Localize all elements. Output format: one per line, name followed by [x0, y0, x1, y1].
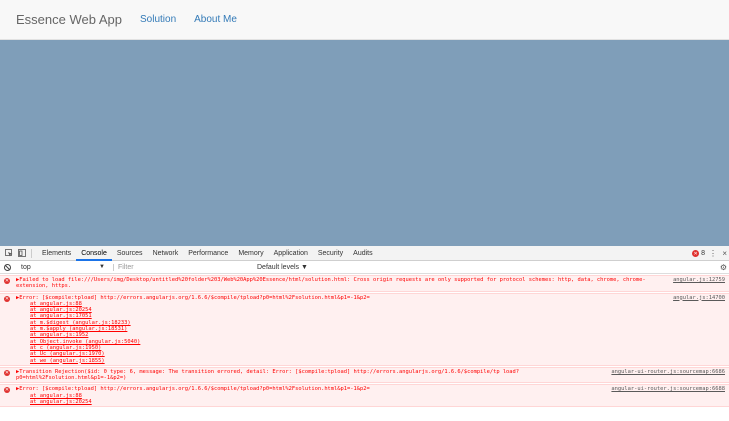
inspect-element-icon[interactable]	[4, 249, 13, 258]
console-error-message[interactable]: ✕ ▶Error: [$compile:tpload] http://error…	[0, 384, 729, 408]
more-options-icon[interactable]: ⋮	[709, 246, 717, 261]
tab-application[interactable]: Application	[269, 246, 313, 261]
tab-network[interactable]: Network	[148, 246, 184, 261]
error-icon: ✕	[692, 250, 700, 257]
tab-memory[interactable]: Memory	[233, 246, 268, 261]
app-view-area	[0, 40, 729, 246]
nav-link-about-me[interactable]: About Me	[194, 14, 237, 25]
tab-sources[interactable]: Sources	[112, 246, 148, 261]
tab-security[interactable]: Security	[313, 246, 348, 261]
error-count-badge[interactable]: ✕ 8	[692, 246, 705, 261]
message-source-link[interactable]: angular.js:14700	[673, 295, 725, 301]
stack-trace: at angular.js:88 at angular.js:20254 at …	[16, 301, 725, 364]
message-text: ▶Failed to load file:///Users/img/Deskto…	[16, 277, 646, 290]
message-source-link[interactable]: angular-ui-router.js:sourcemap:6688	[611, 386, 725, 392]
error-icon: ✕	[4, 295, 10, 302]
console-messages: ✕ ▶Failed to load file:///Users/img/Desk…	[0, 275, 729, 408]
app-brand[interactable]: Essence Web App	[16, 12, 122, 27]
tab-audits[interactable]: Audits	[348, 246, 377, 261]
tab-elements[interactable]: Elements	[37, 246, 76, 261]
settings-gear-icon[interactable]: ⚙	[720, 261, 727, 274]
console-error-message[interactable]: ✕ ▶Transition Rejection($id: 0 type: 6, …	[0, 366, 729, 384]
error-icon: ✕	[4, 387, 10, 394]
context-value: top	[21, 263, 31, 271]
log-levels-dropdown[interactable]: Default levels ▼	[257, 264, 308, 271]
toolbar-divider	[31, 248, 32, 258]
nav-link-solution[interactable]: Solution	[140, 14, 176, 25]
clear-console-icon[interactable]	[4, 263, 11, 271]
message-source-link[interactable]: angular-ui-router.js:sourcemap:6686	[611, 369, 725, 375]
message-source-link[interactable]: angular.js:12759	[673, 277, 725, 283]
console-error-message[interactable]: ✕ ▶Failed to load file:///Users/img/Desk…	[0, 275, 729, 292]
context-selector[interactable]: top ▼	[21, 264, 105, 271]
stack-trace: at angular.js:88 at angular.js:20254	[16, 393, 725, 406]
close-devtools-icon[interactable]: ×	[722, 246, 727, 261]
console-error-message[interactable]: ✕ ▶Error: [$compile:tpload] http://error…	[0, 292, 729, 366]
tab-performance[interactable]: Performance	[183, 246, 233, 261]
error-count-value: 8	[701, 250, 705, 257]
error-icon: ✕	[4, 278, 10, 284]
devtools-tabbar: Elements Console Sources Network Perform…	[0, 246, 729, 261]
error-icon: ✕	[4, 369, 10, 376]
app-navbar: Essence Web App Solution About Me	[0, 0, 729, 40]
stack-frame[interactable]: at we (angular.js:1855)	[30, 358, 725, 364]
console-filterbar: top ▼ Filter Default levels ▼ ⚙	[0, 261, 729, 274]
stack-frame[interactable]: at angular.js:20254	[30, 399, 725, 405]
device-toolbar-icon[interactable]	[17, 249, 26, 258]
chevron-down-icon: ▼	[99, 263, 105, 270]
devtools-panel: Elements Console Sources Network Perform…	[0, 246, 729, 421]
console-filter-input[interactable]: Filter	[113, 263, 253, 271]
tab-console[interactable]: Console	[76, 246, 112, 261]
